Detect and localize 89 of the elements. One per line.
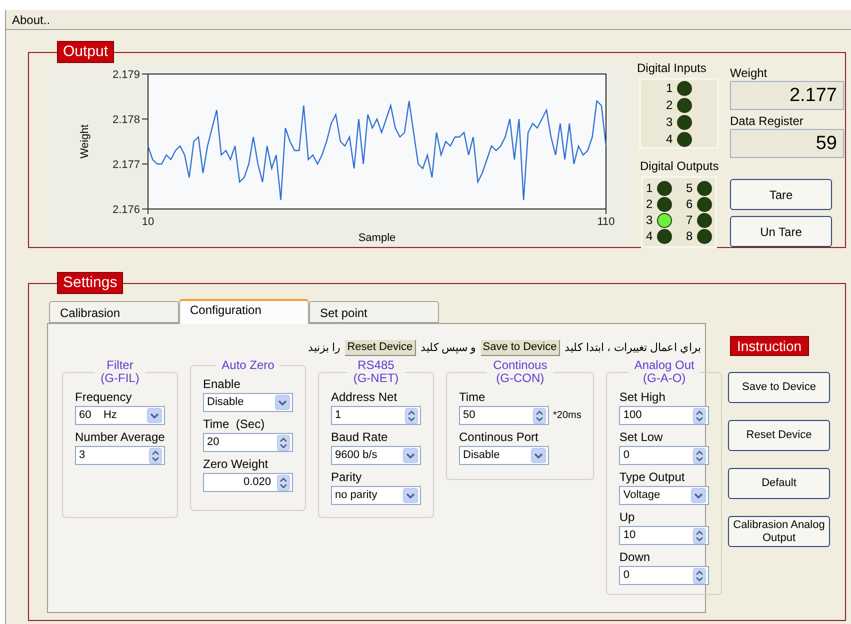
y-axis-label: Weight [79,124,91,159]
action-button[interactable]: Default [728,468,830,499]
led-number: 7 [686,212,694,228]
instruction-text: را بزنيد [308,340,340,356]
dropdown-field[interactable]: Voltage [619,486,710,505]
field-label: Continous Port [459,430,540,444]
spin-field[interactable]: 50 [459,406,549,425]
key-label: Save to Device [480,340,560,356]
spinner-arrows-icon [693,568,706,584]
field-label: Down [619,550,652,564]
indicator-label: Weight [730,66,768,80]
field-label: Number Average [75,430,165,444]
tab[interactable]: Set point [309,301,439,323]
unit-label: *20ms [553,409,582,423]
field-label: Address Net [331,390,398,404]
y-tick-label: 2.176 [112,204,140,216]
led-number: 4 [646,228,654,244]
spin-field[interactable]: 1 [331,406,421,425]
tab[interactable]: Configuration [179,299,309,324]
group-title: Filter (G-FIL) [100,359,140,385]
led-number: 3 [666,114,674,130]
value-display: 59 [730,129,844,158]
led-number: 2 [666,97,674,113]
spin-field[interactable]: 3 [75,446,165,465]
led-number: 1 [666,80,674,96]
value-display: 2.177 [730,81,844,110]
spinner-arrows-icon [693,408,706,424]
y-tick-label: 2.177 [112,159,140,171]
untare-button[interactable]: Un Tare [730,216,832,247]
dropdown-field[interactable]: 60 Hz [75,406,165,425]
panel-title: Output [57,41,114,63]
spinner-arrows-icon [277,474,290,490]
led-number: 3 [646,212,654,228]
spinner-arrows-icon [693,528,706,544]
led-number: 5 [686,180,694,196]
group-title: RS485 (G-NET) [353,359,399,385]
spinner-arrows-icon [405,408,418,424]
spin-field[interactable]: 0 [619,446,710,465]
action-button[interactable]: Reset Device [728,420,830,451]
field-label: Parity [331,470,363,484]
spinner-arrows-icon [533,408,546,424]
field-label: Time (Sec) [203,417,266,431]
field-label: Baud Rate [331,430,389,444]
action-button[interactable]: Calibrasion Analog Output [728,516,830,547]
tare-button[interactable]: Tare [730,179,832,210]
key-label: Reset Device [345,340,416,356]
spin-field[interactable]: 10 [619,526,710,545]
panel-title: Settings [57,272,124,294]
section-label: Digital Outputs [640,159,720,173]
spinner-arrows-icon [693,448,706,464]
led-number: 6 [686,196,694,212]
field-label: Set High [619,390,666,404]
led-number: 1 [646,180,654,196]
indicator-label: Data Register [730,114,804,128]
dropdown-field[interactable]: no parity [331,486,421,505]
group-title: Continous (G-CON) [493,359,548,385]
led-number: 2 [646,196,654,212]
dropdown-field[interactable]: Disable [459,446,549,465]
section-label: Digital Inputs [637,61,708,75]
field-label: Set Low [619,430,664,444]
y-tick-label: 2.178 [112,114,140,126]
menu-item[interactable]: About.. [12,10,50,28]
field-label: Type Output [619,470,686,484]
group-title: Analog Out (G-A-O) [634,359,694,385]
tab[interactable]: Calibrasion [49,301,179,323]
field-label: Enable [203,377,242,391]
spin-field[interactable]: 100 [619,406,710,425]
y-tick-label: 2.179 [112,69,140,81]
spinner-arrows-icon [277,434,290,450]
field-label: Up [619,510,636,524]
spin-field[interactable]: 0 [619,566,710,585]
field-label: Frequency [75,390,133,404]
spin-field[interactable]: 20 [203,433,293,452]
spinner-arrows-icon [149,448,162,464]
instruction-text: و سپس كليد [420,340,476,356]
x-axis-label: Sample [358,232,396,244]
instruction-title: Instruction [730,336,809,356]
field-label: Zero Weight [203,457,270,471]
x-tick-label: 110 [597,216,615,228]
x-tick-label: 10 [142,216,154,228]
group-title: Auto Zero [222,359,274,372]
dropdown-field[interactable]: 9600 b/s [331,446,421,465]
spin-field[interactable]: 0.020 [203,473,293,492]
action-button[interactable]: Save to Device [728,372,830,403]
dropdown-field[interactable]: Disable [203,393,293,412]
led-number: 8 [686,228,694,244]
instruction-text: براي اعمال تغييرات ، ابتدا كليد [564,340,701,356]
led-number: 4 [666,131,674,147]
field-label: Time [459,390,486,404]
